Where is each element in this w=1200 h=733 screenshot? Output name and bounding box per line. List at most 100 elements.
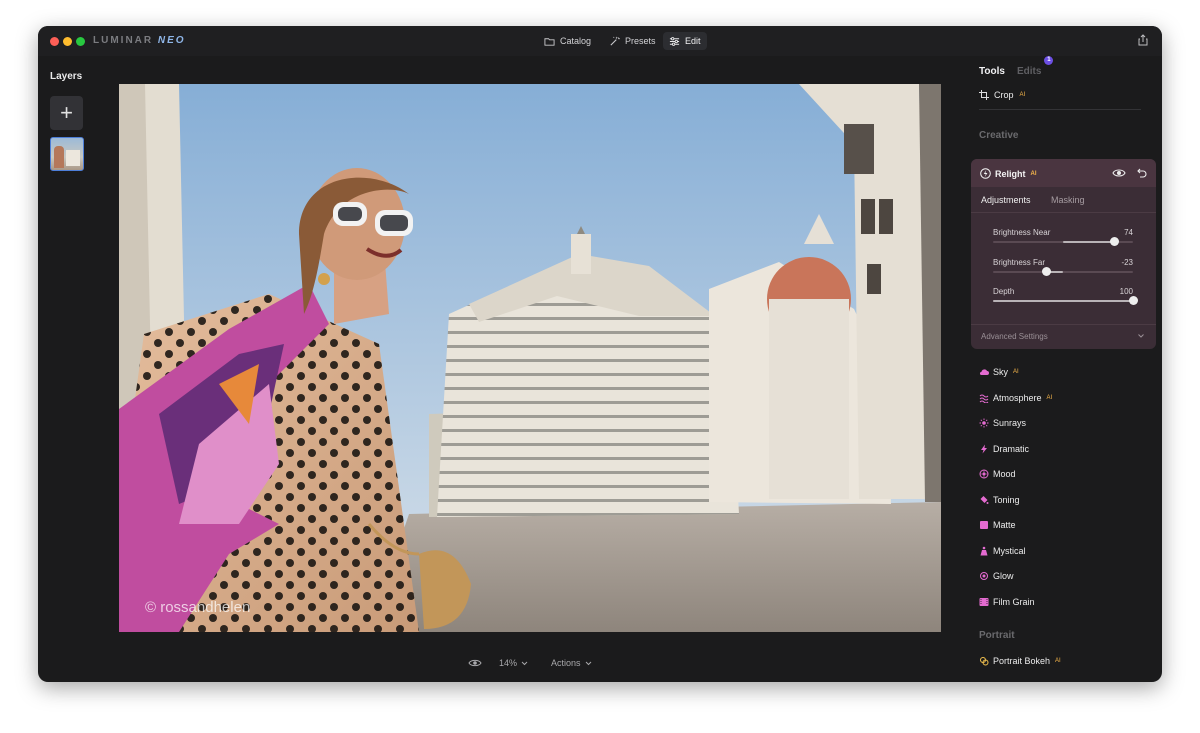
sliders-icon	[669, 36, 680, 46]
close-window-button[interactable]	[50, 37, 59, 46]
tab-tools[interactable]: Tools	[979, 66, 1005, 77]
tab-presets[interactable]: Presets	[603, 32, 662, 50]
add-layer-button[interactable]: +	[50, 96, 83, 130]
relight-header[interactable]: Relight AI	[971, 159, 1156, 187]
photo-watermark: © rossandhelen	[145, 599, 251, 616]
tool-mystical[interactable]: Mystical	[979, 546, 1026, 556]
tool-label: Dramatic	[993, 443, 1030, 454]
chevron-down-icon	[521, 661, 528, 665]
zoom-window-button[interactable]	[76, 37, 85, 46]
app-logo: LUMINAR NEO	[93, 35, 186, 46]
divider	[971, 324, 1156, 325]
relight-bolt-icon	[980, 168, 991, 179]
tool-sky[interactable]: Sky AI	[979, 367, 1019, 377]
slider-value: -23	[1121, 258, 1133, 267]
tool-crop[interactable]: Crop AI	[979, 90, 1025, 100]
tool-label: Sky	[993, 367, 1009, 377]
slider-value: 74	[1124, 228, 1133, 237]
slider-knob[interactable]	[1042, 267, 1052, 276]
tool-film-grain[interactable]: Film Grain	[979, 597, 1035, 607]
slider-knob[interactable]	[1110, 237, 1120, 246]
tab-edit-label: Edit	[685, 36, 701, 46]
slider-label: Depth	[993, 287, 1015, 296]
tab-edit[interactable]: Edit	[663, 32, 707, 50]
relight-panel: Relight AI Adjustments Masking Brightness…	[971, 159, 1156, 349]
actions-label: Actions	[551, 658, 581, 668]
slider-knob[interactable]	[1128, 296, 1138, 305]
tool-portrait-bokeh[interactable]: Portrait Bokeh AI	[979, 656, 1061, 666]
slider-fill	[1063, 241, 1115, 243]
visibility-eye-icon[interactable]	[1112, 167, 1126, 179]
layers-heading: Layers	[50, 71, 83, 82]
tab-edits-label: Edits	[1016, 66, 1042, 77]
ai-badge: AI	[1046, 394, 1053, 401]
slider-fill	[993, 300, 1133, 302]
chevron-down-icon[interactable]	[1136, 331, 1146, 341]
share-icon[interactable]	[1137, 34, 1149, 46]
subtab-masking[interactable]: Masking	[1051, 195, 1085, 205]
tool-mood[interactable]: Mood	[979, 469, 1016, 479]
tool-matte[interactable]: Matte	[979, 520, 1016, 530]
cloud-icon	[979, 369, 989, 376]
tab-presets-label: Presets	[625, 36, 656, 46]
edits-count-badge: 1	[1044, 56, 1054, 65]
tool-toning[interactable]: Toning	[979, 495, 1020, 505]
tool-atmosphere[interactable]: Atmosphere AI	[979, 393, 1052, 403]
section-creative: Creative	[979, 130, 1019, 141]
figure-icon	[980, 546, 988, 555]
square-icon	[980, 521, 988, 529]
tab-catalog-label: Catalog	[560, 36, 592, 46]
tab-edits[interactable]: Edits 1	[1016, 56, 1054, 77]
ai-badge: AI	[1013, 369, 1019, 375]
app-window: LUMINAR NEO Catalog Presets Edit Layers …	[38, 26, 1162, 682]
zoom-level: 14%	[499, 658, 518, 668]
advanced-settings-toggle[interactable]: Advanced Settings	[981, 332, 1048, 341]
photo-canvas[interactable]: © rossandhelen	[119, 84, 941, 632]
eye-icon	[468, 659, 482, 667]
tool-label: Toning	[993, 494, 1020, 505]
tool-dramatic[interactable]: Dramatic	[979, 444, 1029, 454]
reset-undo-icon[interactable]	[1135, 167, 1147, 179]
tool-label: Mystical	[993, 545, 1026, 556]
slider-label: Brightness Far	[993, 258, 1046, 267]
actions-dropdown[interactable]: Actions	[551, 658, 592, 668]
right-panel-tabs: Tools Edits 1	[979, 56, 1054, 77]
folder-icon	[544, 37, 555, 46]
glow-icon	[980, 572, 988, 580]
section-portrait: Portrait	[979, 630, 1015, 641]
film-icon	[979, 597, 989, 606]
layer-thumbnail[interactable]	[50, 137, 84, 171]
tab-catalog[interactable]: Catalog	[538, 32, 597, 50]
chevron-down-icon	[585, 661, 591, 665]
ai-badge: AI	[1030, 170, 1037, 177]
preview-toggle[interactable]	[468, 658, 482, 668]
photo-image	[119, 84, 941, 632]
tool-glow[interactable]: Glow	[979, 571, 1014, 581]
relight-title: Relight AI	[980, 168, 1037, 179]
subtab-adjustments[interactable]: Adjustments	[981, 195, 1031, 205]
crop-label: Crop	[994, 90, 1014, 100]
zoom-dropdown[interactable]: 14%	[499, 658, 528, 668]
tool-label: Portrait Bokeh	[993, 656, 1051, 666]
slider-track[interactable]	[993, 271, 1133, 273]
slider-value: 100	[1119, 287, 1133, 296]
slider-label: Brightness Near	[993, 228, 1051, 237]
tool-label: Atmosphere	[993, 392, 1042, 403]
tool-label: Mood	[993, 469, 1016, 479]
ai-badge: AI	[1019, 92, 1026, 98]
crop-icon	[979, 90, 989, 100]
mood-icon	[979, 469, 989, 479]
sun-icon	[979, 418, 989, 428]
waves-icon	[979, 394, 989, 403]
tool-label: Film Grain	[993, 596, 1035, 607]
divider	[979, 109, 1141, 110]
tool-label: Sunrays	[993, 418, 1027, 428]
presets-wand-icon	[610, 36, 620, 46]
bucket-icon	[980, 495, 989, 504]
title-bar: LUMINAR NEO Catalog Presets Edit	[38, 26, 1162, 56]
tool-label: Glow	[993, 571, 1014, 581]
tool-sunrays[interactable]: Sunrays	[979, 418, 1026, 428]
divider	[971, 212, 1156, 213]
minimize-window-button[interactable]	[63, 37, 72, 46]
bokeh-icon	[980, 657, 989, 666]
